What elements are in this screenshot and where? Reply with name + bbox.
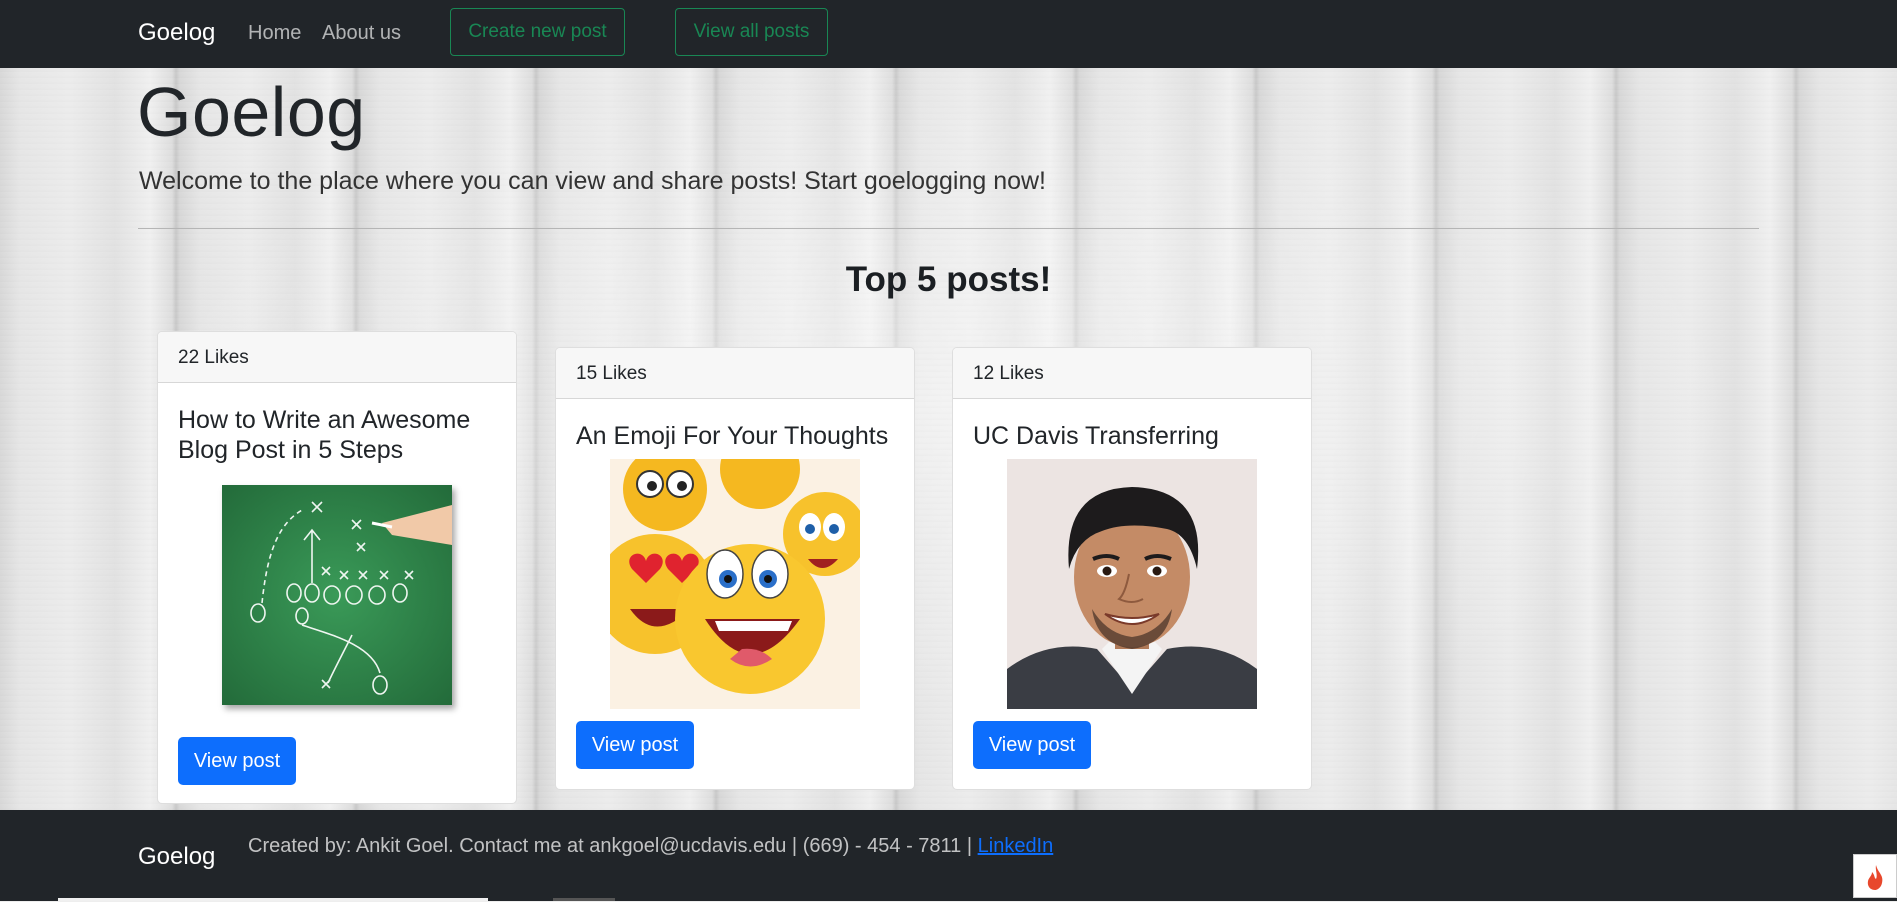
author-portrait-image [1007,459,1257,709]
page-lead: Welcome to the place where you can view … [139,167,1047,195]
footer-brand[interactable]: Goelog [138,843,215,871]
nav-link-about-us[interactable]: About us [322,22,401,45]
top-posts-heading: Top 5 posts! [845,260,1052,299]
post-title: UC Davis Transferring [973,422,1219,450]
chalkboard-image [222,485,452,705]
view-all-posts-button[interactable]: View all posts [675,8,828,56]
footer-contact-text: Created by: Ankit Goel. Contact me at an… [248,835,973,857]
top-navbar: Goelog Home About us Create new post Vie… [0,0,1897,68]
post-card: 22 Likes How to Write an Awesome Blog Po… [157,331,517,804]
likes-count: 15 Likes [556,348,914,399]
post-title: An Emoji For Your Thoughts [576,422,889,450]
create-new-post-button[interactable]: Create new post [450,8,625,56]
linkedin-link[interactable]: LinkedIn [978,835,1054,857]
divider [138,228,1759,229]
likes-count: 22 Likes [158,332,516,383]
view-post-button[interactable]: View post [973,721,1091,769]
navbar-brand[interactable]: Goelog [138,19,215,47]
fire-icon[interactable] [1853,854,1897,898]
post-title: How to Write an Awesome Blog Post in 5 S… [178,406,471,464]
page-title: Goelog [137,73,366,151]
post-card: 12 Likes UC Davis Transferring View post [952,347,1312,790]
footer: Goelog Created by: Ankit Goel. Contact m… [0,810,1897,901]
footer-contact: Created by: Ankit Goel. Contact me at an… [248,835,1053,858]
post-card: 15 Likes An Emoji For Your Thoughts View… [555,347,915,790]
view-post-button[interactable]: View post [178,737,296,785]
likes-count: 12 Likes [953,348,1311,399]
emoji-image [610,459,860,709]
nav-link-home[interactable]: Home [248,22,301,45]
view-post-button[interactable]: View post [576,721,694,769]
